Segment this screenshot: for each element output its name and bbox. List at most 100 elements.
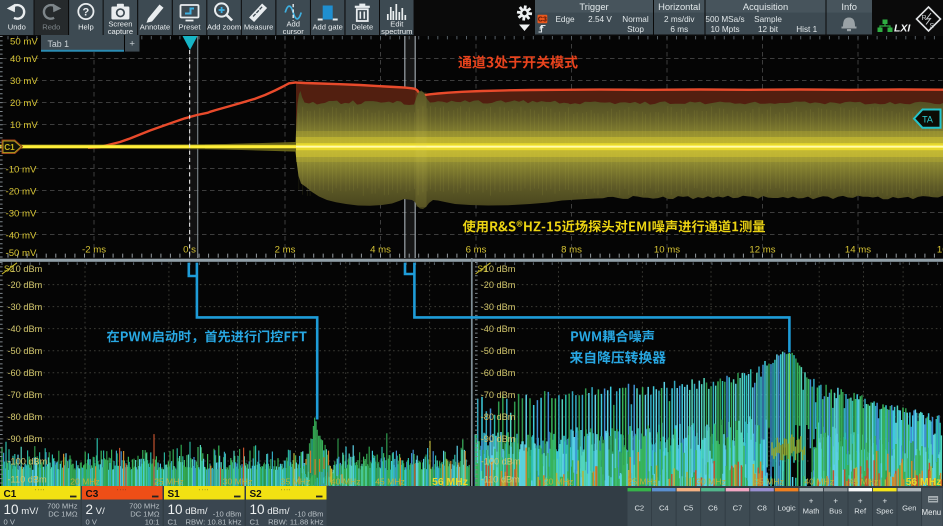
svg-text:0 V: 0 V	[4, 518, 16, 526]
svg-text:20 MHz: 20 MHz	[70, 477, 100, 487]
svg-text:Horizontal: Horizontal	[658, 1, 700, 12]
svg-text:-50 mV: -50 mV	[6, 248, 38, 259]
svg-text:C1: C1	[168, 518, 178, 526]
svg-text:LXI: LXI	[894, 23, 911, 35]
svg-text:Undo: Undo	[8, 23, 26, 32]
svg-text:25 MHz: 25 MHz	[154, 477, 184, 487]
svg-text:12 ms: 12 ms	[749, 244, 775, 255]
svg-text:Annotate: Annotate	[140, 23, 170, 32]
svg-text:-40 mV: -40 mV	[6, 230, 38, 241]
svg-text:Help: Help	[78, 23, 94, 32]
svg-text:-90 dBm: -90 dBm	[481, 434, 516, 444]
svg-text:-70 dBm: -70 dBm	[481, 390, 516, 400]
svg-text:cursor: cursor	[283, 27, 305, 36]
svg-text:Stop: Stop	[627, 25, 644, 34]
svg-text:14 ms: 14 ms	[845, 244, 871, 255]
svg-text:+: +	[809, 497, 814, 506]
svg-text:S: S	[930, 23, 935, 30]
svg-text:45 MHz: 45 MHz	[375, 477, 405, 487]
svg-text:S2: S2	[250, 489, 263, 500]
svg-text:0 V: 0 V	[86, 518, 98, 526]
svg-text:-2 ms: -2 ms	[82, 244, 106, 255]
svg-text:-20 dBm: -20 dBm	[8, 280, 43, 290]
svg-text:-40 dBm: -40 dBm	[481, 324, 516, 334]
svg-text:12 bit: 12 bit	[758, 25, 779, 34]
svg-text:C3: C3	[538, 17, 547, 24]
svg-text:-20 dBm: -20 dBm	[481, 280, 516, 290]
svg-text:20 MHz: 20 MHz	[544, 477, 574, 487]
svg-text:-50 dBm: -50 dBm	[481, 346, 516, 356]
svg-text:500 MSa/s: 500 MSa/s	[705, 15, 744, 24]
svg-text:Delete: Delete	[351, 23, 373, 32]
svg-text:Edge: Edge	[555, 15, 575, 24]
svg-text:30 MHz: 30 MHz	[696, 477, 726, 487]
svg-text:6 ms: 6 ms	[466, 244, 487, 255]
svg-text:30 mV: 30 mV	[10, 76, 38, 87]
svg-text:C3: C3	[86, 489, 99, 500]
svg-text:RBW: 10.81 kHz: RBW: 10.81 kHz	[186, 518, 242, 526]
svg-text:+: +	[858, 497, 863, 506]
svg-text:Spec: Spec	[876, 507, 894, 516]
svg-text:C4: C4	[659, 504, 669, 513]
svg-text:-30 mV: -30 mV	[6, 208, 38, 219]
svg-text:10 ms: 10 ms	[654, 244, 680, 255]
svg-text:Info: Info	[841, 1, 857, 12]
svg-text:-70 dBm: -70 dBm	[8, 390, 43, 400]
svg-text:-30 dBm: -30 dBm	[8, 302, 43, 312]
svg-text:Trigger: Trigger	[579, 1, 608, 12]
svg-text:DC 1MΩ: DC 1MΩ	[48, 510, 78, 519]
svg-text:40 mV: 40 mV	[10, 54, 38, 65]
svg-text:TA: TA	[922, 114, 933, 124]
svg-text:+: +	[129, 39, 135, 50]
svg-text:S1: S1	[168, 489, 181, 500]
svg-text:50 mV: 50 mV	[10, 37, 38, 48]
svg-text:Add zoom: Add zoom	[207, 23, 241, 32]
svg-text:Normal: Normal	[622, 15, 649, 24]
svg-text:-60 dBm: -60 dBm	[8, 368, 43, 378]
svg-text:····: ····	[281, 487, 292, 494]
svg-text:-90 dBm: -90 dBm	[8, 434, 43, 444]
svg-text:Add gate: Add gate	[312, 23, 342, 32]
svg-text:35 MHz: 35 MHz	[281, 477, 311, 487]
svg-text:+: +	[833, 497, 838, 506]
svg-text:-60 dBm: -60 dBm	[481, 368, 516, 378]
svg-text:10:1: 10:1	[145, 518, 160, 526]
svg-text:40 MHz: 40 MHz	[331, 477, 361, 487]
svg-text:0 s: 0 s	[183, 244, 196, 255]
svg-text:····: ····	[117, 487, 128, 494]
svg-text:Ref: Ref	[854, 507, 867, 516]
svg-text:16 ms: 16 ms	[937, 244, 943, 255]
svg-text:20 mV: 20 mV	[10, 98, 38, 109]
svg-text:Redo: Redo	[42, 23, 60, 32]
svg-text:10 Mpts: 10 Mpts	[710, 25, 739, 34]
svg-text:-40 dBm: -40 dBm	[8, 324, 43, 334]
svg-text:Logic: Logic	[778, 504, 796, 513]
svg-text:40 MHz: 40 MHz	[804, 477, 834, 487]
svg-text:C8: C8	[757, 504, 767, 513]
svg-text:-30 dBm: -30 dBm	[481, 302, 516, 312]
svg-text:30 MHz: 30 MHz	[223, 477, 253, 487]
svg-text:Bus: Bus	[829, 507, 842, 516]
svg-text:····: ····	[199, 487, 210, 494]
svg-text:-10 mV: -10 mV	[6, 164, 38, 175]
svg-text:Hist 1: Hist 1	[796, 25, 817, 34]
svg-text:2 ms/div: 2 ms/div	[664, 15, 695, 24]
svg-text:-80 dBm: -80 dBm	[481, 412, 516, 422]
svg-text:25 MHz: 25 MHz	[628, 477, 658, 487]
svg-text:6 ms: 6 ms	[670, 25, 688, 34]
svg-text:RBW: 11.88 kHz: RBW: 11.88 kHz	[268, 518, 324, 526]
svg-text:····: ····	[35, 487, 46, 494]
svg-text:Sample: Sample	[754, 15, 782, 24]
svg-text:-110 dBm: -110 dBm	[481, 475, 520, 485]
svg-text:Preset: Preset	[179, 23, 202, 32]
svg-text:-100 dBm: -100 dBm	[8, 456, 48, 466]
svg-text:4 ms: 4 ms	[370, 244, 391, 255]
svg-text:C6: C6	[708, 504, 718, 513]
svg-text:-100 dBm: -100 dBm	[481, 456, 521, 466]
svg-text:Tab 1: Tab 1	[48, 39, 70, 49]
svg-text:C1: C1	[4, 143, 15, 152]
svg-text:35 MHz: 35 MHz	[754, 477, 784, 487]
svg-text:Gen: Gen	[902, 504, 916, 513]
svg-text:Menu: Menu	[922, 508, 942, 517]
svg-text:C7: C7	[733, 504, 743, 513]
